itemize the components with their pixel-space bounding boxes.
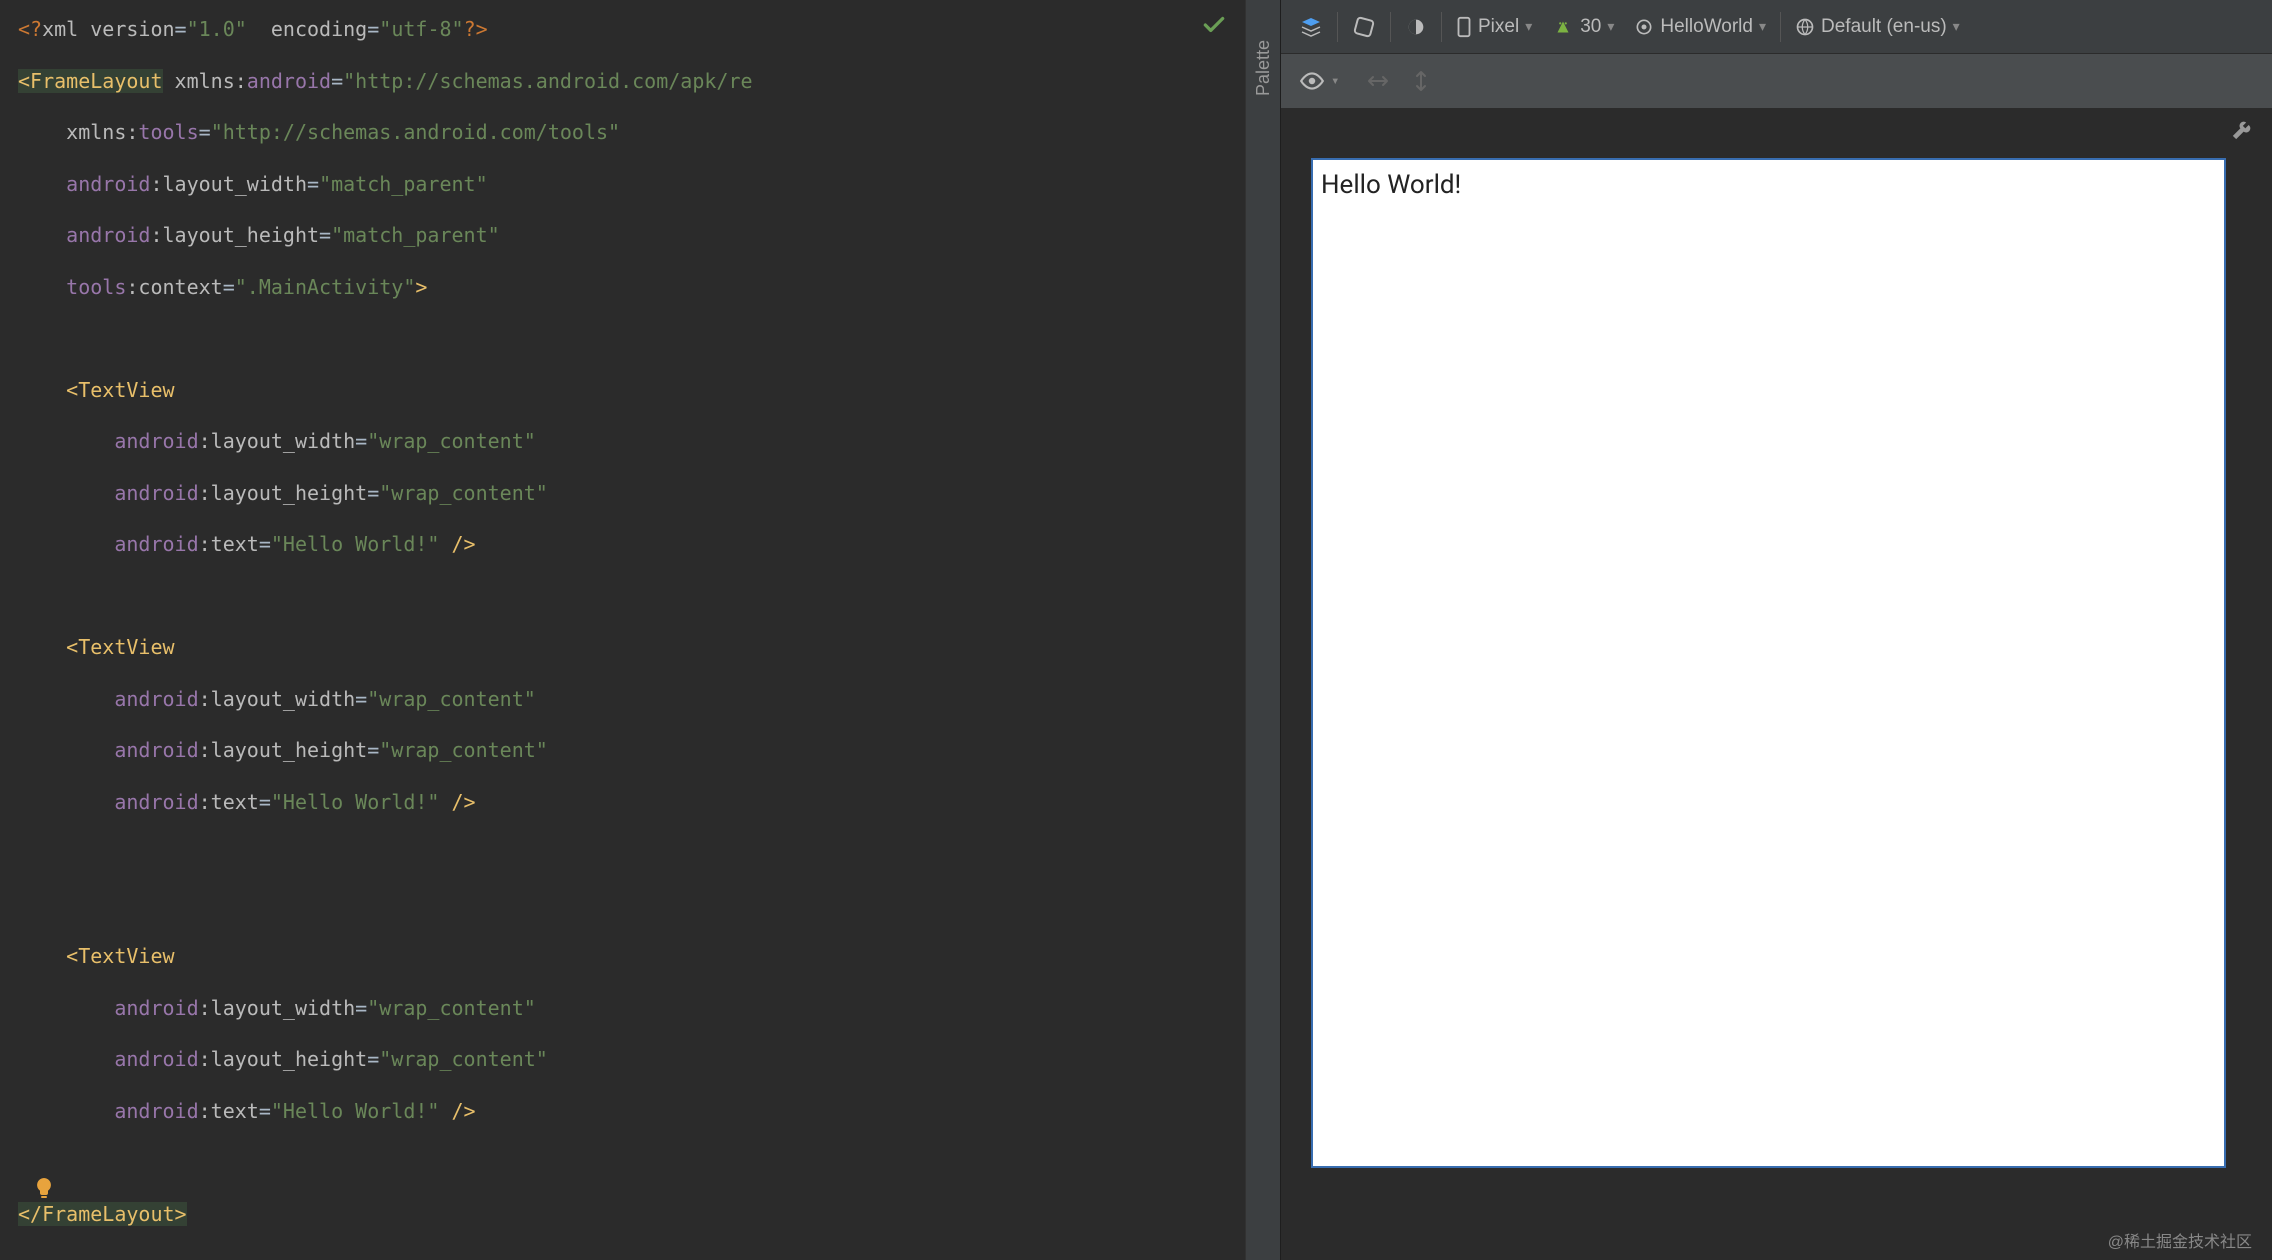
pan-vertical-icon[interactable]: [1411, 68, 1431, 94]
pan-horizontal-icon[interactable]: [1365, 71, 1391, 91]
palette-tab[interactable]: Palette: [1245, 0, 1281, 1260]
preview-text: Hello World!: [1321, 170, 1461, 200]
preview-toolbar: Pixel ▾ 30 ▾ HelloWorld ▾ Default (en-us…: [1281, 0, 2272, 54]
code-content[interactable]: <?xml version="1.0" encoding="utf-8"?><F…: [0, 0, 1245, 1244]
separator: [1780, 12, 1781, 42]
locale-selector[interactable]: Default (en-us) ▾: [1789, 12, 1966, 42]
preview-toolbar-secondary: ▾: [1281, 54, 2272, 108]
preview-area: Hello World! @稀土掘金技术社区: [1281, 108, 2272, 1260]
api-label: 30: [1580, 16, 1601, 38]
surface-icon[interactable]: [1293, 11, 1329, 43]
separator: [1390, 12, 1391, 42]
view-options-icon[interactable]: ▾: [1293, 66, 1345, 96]
preview-pane: Pixel ▾ 30 ▾ HelloWorld ▾ Default (en-us…: [1281, 0, 2272, 1260]
theme-label: HelloWorld: [1660, 16, 1753, 38]
api-selector[interactable]: 30 ▾: [1546, 12, 1620, 42]
check-icon[interactable]: [1201, 12, 1227, 38]
chevron-down-icon: ▾: [1331, 73, 1339, 89]
device-label: Pixel: [1478, 16, 1519, 38]
device-selector[interactable]: Pixel ▾: [1450, 12, 1538, 42]
device-preview[interactable]: Hello World!: [1311, 158, 2226, 1168]
wrench-icon[interactable]: [2232, 120, 2252, 140]
chevron-down-icon: ▾: [1759, 18, 1766, 35]
watermark: @稀土掘金技术社区: [2108, 1228, 2252, 1252]
separator: [1441, 12, 1442, 42]
night-mode-icon[interactable]: [1399, 12, 1433, 42]
code-editor[interactable]: <?xml version="1.0" encoding="utf-8"?><F…: [0, 0, 1245, 1260]
chevron-down-icon: ▾: [1607, 18, 1614, 35]
theme-selector[interactable]: HelloWorld ▾: [1628, 12, 1772, 42]
chevron-down-icon: ▾: [1525, 18, 1532, 35]
chevron-down-icon: ▾: [1953, 18, 1960, 35]
locale-label: Default (en-us): [1821, 16, 1947, 38]
lightbulb-icon[interactable]: [32, 1176, 56, 1200]
palette-label: Palette: [1253, 40, 1274, 96]
orientation-icon[interactable]: [1346, 11, 1382, 43]
separator: [1337, 12, 1338, 42]
